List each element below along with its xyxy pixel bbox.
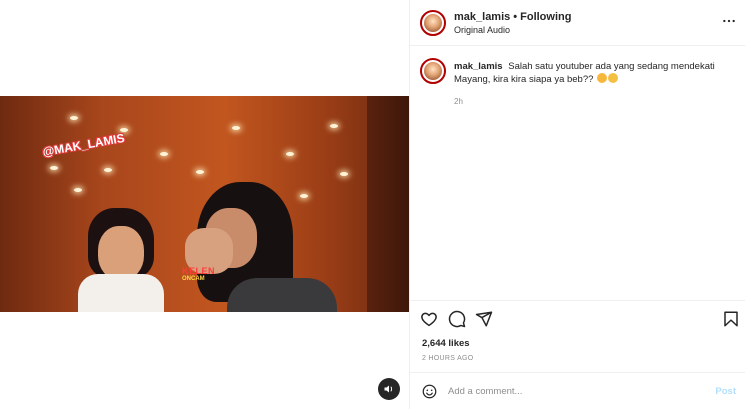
sound-toggle-button[interactable] bbox=[378, 378, 400, 400]
video-watermark-handle: @MAK_LAMIS bbox=[41, 130, 126, 160]
author-avatar[interactable] bbox=[420, 10, 446, 36]
caption-avatar[interactable] bbox=[420, 58, 446, 84]
header-separator: • bbox=[513, 11, 518, 23]
ceiling-light bbox=[286, 152, 294, 156]
caption-timestamp: 2h bbox=[454, 97, 463, 106]
video-watermark-logo: KELEN ONCAM bbox=[182, 266, 232, 288]
media-pane: @MAK_LAMIS KELEN ONCAM bbox=[0, 0, 409, 409]
post-comment-button[interactable]: Post bbox=[715, 386, 736, 397]
post-header: mak_lamis • Following Original Audio bbox=[410, 0, 745, 46]
comment-button[interactable] bbox=[448, 310, 466, 328]
person-left bbox=[78, 208, 166, 312]
share-button[interactable] bbox=[475, 310, 493, 328]
person-right bbox=[175, 182, 337, 312]
video-wall-panel bbox=[367, 96, 409, 312]
save-button[interactable] bbox=[722, 310, 740, 328]
ceiling-light bbox=[232, 126, 240, 130]
ceiling-light bbox=[340, 172, 348, 176]
comment-input[interactable] bbox=[448, 382, 698, 400]
comment-icon bbox=[448, 310, 466, 328]
grinning-emoji-icon bbox=[597, 73, 608, 83]
watermark-logo-top: KELEN bbox=[182, 266, 216, 276]
audio-link[interactable]: Original Audio bbox=[454, 25, 510, 35]
following-button[interactable]: Following bbox=[520, 11, 571, 23]
emoji-picker-button[interactable] bbox=[422, 384, 437, 399]
ceiling-light bbox=[104, 168, 112, 172]
post-timestamp: 2 HOURS AGO bbox=[422, 355, 474, 362]
like-button[interactable] bbox=[420, 310, 438, 328]
author-username[interactable]: mak_lamis bbox=[454, 11, 510, 23]
ceiling-light bbox=[74, 188, 82, 192]
add-comment-bar: Post bbox=[410, 372, 745, 406]
ceiling-light bbox=[196, 170, 204, 174]
video-player[interactable]: @MAK_LAMIS KELEN ONCAM bbox=[0, 96, 409, 312]
bookmark-icon bbox=[724, 311, 738, 327]
more-options-button[interactable] bbox=[722, 14, 736, 28]
likes-count[interactable]: 2,644 likes bbox=[422, 338, 470, 349]
sound-icon bbox=[384, 385, 393, 393]
emoji-icon bbox=[422, 384, 437, 399]
more-options-icon bbox=[723, 19, 735, 23]
ceiling-light bbox=[70, 116, 78, 120]
post-details-panel: mak_lamis • Following Original Audio mak_l… bbox=[409, 0, 745, 409]
ceiling-light bbox=[160, 152, 168, 156]
watermark-logo-bottom: ONCAM bbox=[182, 276, 205, 282]
header-user-line: mak_lamis • Following bbox=[454, 11, 571, 23]
ceiling-light bbox=[50, 166, 58, 170]
ceiling-light bbox=[330, 124, 338, 128]
caption-text-block: mak_lamis Salah satu youtuber ada yang s… bbox=[454, 60, 734, 86]
caption-username[interactable]: mak_lamis bbox=[454, 61, 503, 72]
post-actions: 2,644 likes 2 HOURS AGO Post bbox=[410, 300, 745, 405]
heart-icon bbox=[421, 312, 437, 327]
share-icon bbox=[475, 311, 493, 327]
smiling-emoji-icon bbox=[608, 73, 619, 83]
instagram-post-view: @MAK_LAMIS KELEN ONCAM mak_lamis • Followi… bbox=[0, 0, 745, 409]
